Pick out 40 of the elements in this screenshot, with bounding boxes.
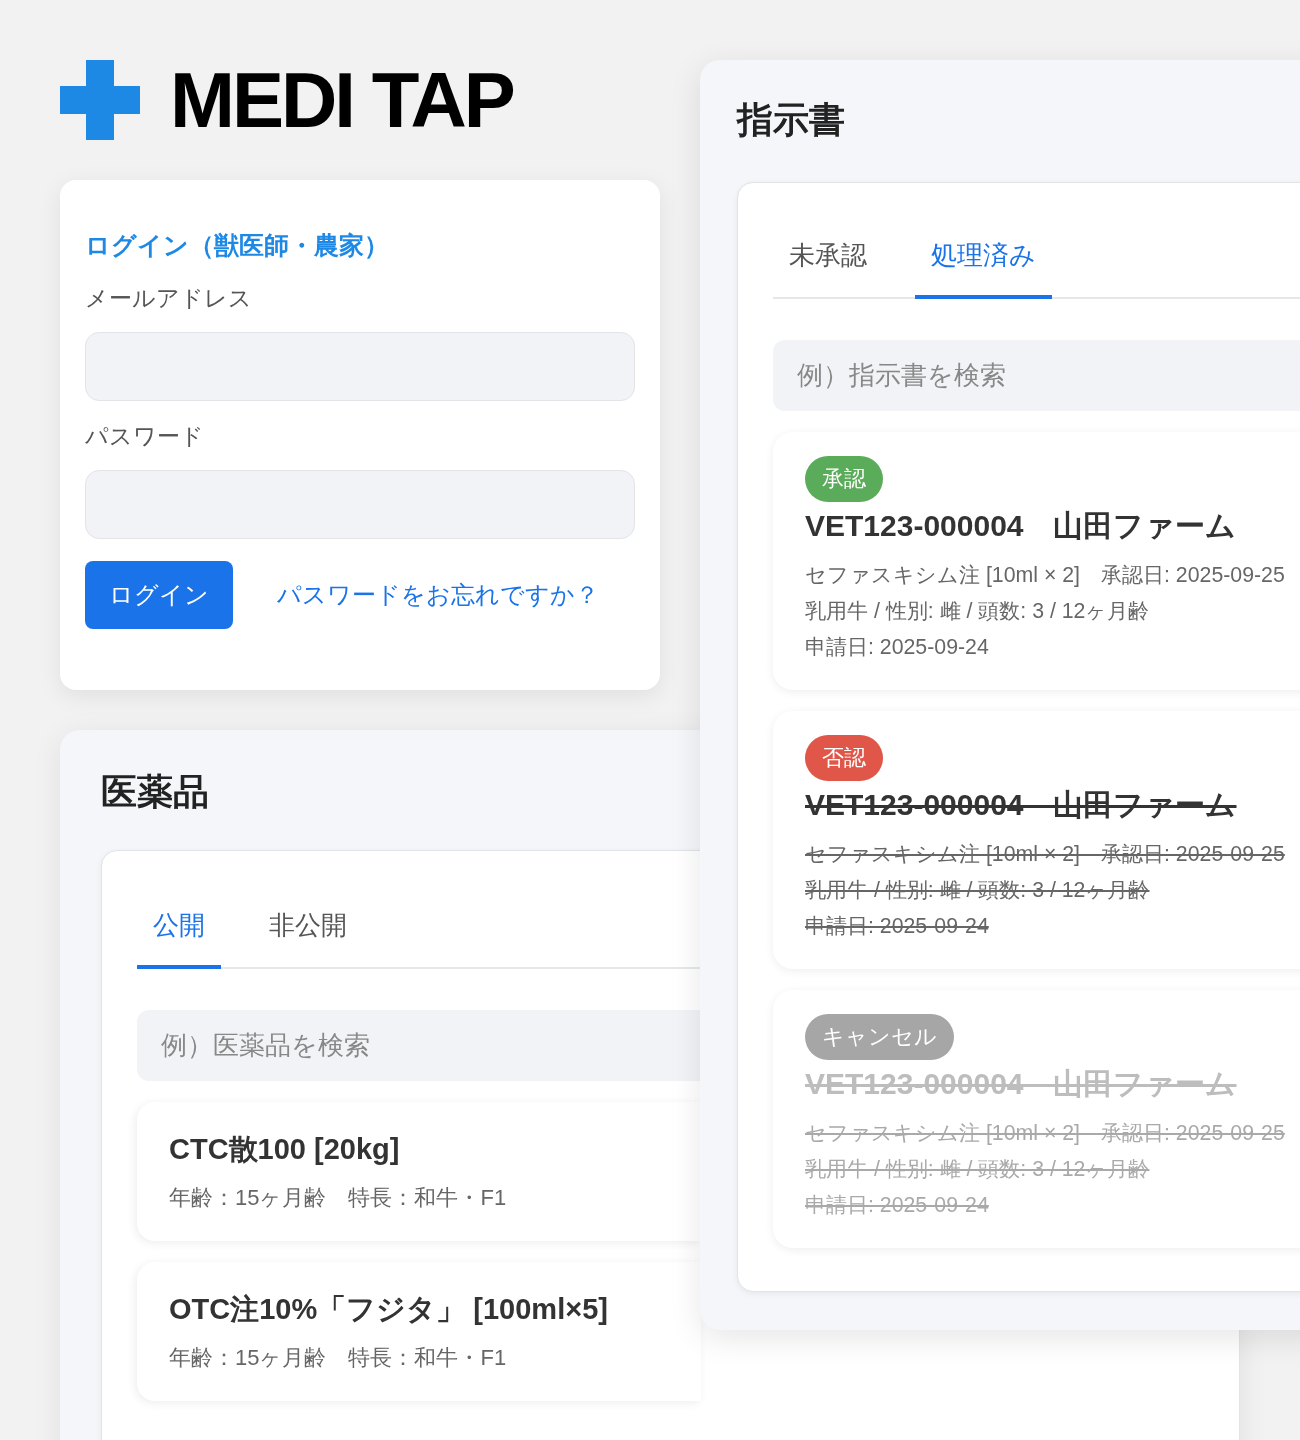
tab[interactable]: 未承認 <box>773 218 883 299</box>
forgot-password-link[interactable]: パスワードをお忘れですか？ <box>277 579 599 611</box>
status-badge: 承認 <box>805 456 883 502</box>
medicine-name: CTC散100 [20kg] <box>169 1132 400 1167</box>
instruction-detail: セファスキシム注 [10ml × 2] 承認日: 2025-09-25 <box>805 562 1285 589</box>
tab[interactable]: 非公開 <box>253 888 363 969</box>
instruction-detail: セファスキシム注 [10ml × 2] 承認日: 2025-09-25 <box>805 1120 1285 1147</box>
tab[interactable]: 公開 <box>137 888 221 969</box>
instruction-detail: 申請日: 2025-09-24 <box>805 913 989 940</box>
instruction-title: VET123-000004 山田ファーム <box>805 787 1237 823</box>
panel-title: 指示書 <box>737 98 845 142</box>
login-title: ログイン（獣医師・農家） <box>85 230 389 261</box>
instruction-card[interactable]: 否認 VET123-000004 山田ファーム セファスキシム注 [10ml × 2] 承認日: 2025-09-25 乳用牛 / 性別: 雌 / 頭数: 3 / 12ヶ月齢 申請日: 2025-09-24 <box>773 711 1300 969</box>
field-label: メールアドレス <box>85 284 252 313</box>
instruction-card[interactable]: 承認 VET123-000004 山田ファーム セファスキシム注 [10ml × 2] 承認日: 2025-09-25 乳用牛 / 性別: 雌 / 頭数: 3 / 12ヶ月齢 申請日: 2025-09-24 <box>773 432 1300 690</box>
panel-title: 医薬品 <box>101 770 209 814</box>
instruction-detail: セファスキシム注 [10ml × 2] 承認日: 2025-09-25 <box>805 841 1285 868</box>
search-field[interactable]: 例）指示書を検索 <box>773 340 1300 411</box>
instruction-detail: 乳用牛 / 性別: 雌 / 頭数: 3 / 12ヶ月齢 <box>805 877 1150 904</box>
input-field[interactable] <box>85 332 635 401</box>
instruction-detail: 乳用牛 / 性別: 雌 / 頭数: 3 / 12ヶ月齢 <box>805 598 1150 625</box>
medicine-card[interactable]: OTC注10%「フジタ」 [100ml×5] 年齢：15ヶ月齢 特長：和牛・F1 <box>137 1262 701 1401</box>
login-button[interactable]: ログイン <box>85 561 233 629</box>
instruction-title: VET123-000004 山田ファーム <box>805 1066 1237 1102</box>
status-badge: 否認 <box>805 735 883 781</box>
logo-text: MEDI TAP <box>170 60 513 140</box>
search-field[interactable]: 例）医薬品を検索 <box>137 1010 701 1081</box>
instruction-detail: 申請日: 2025-09-24 <box>805 634 989 661</box>
instruction-title: VET123-000004 山田ファーム <box>805 508 1237 544</box>
plus-icon <box>60 60 140 140</box>
medicine-details: 年齢：15ヶ月齢 特長：和牛・F1 <box>169 1184 507 1212</box>
tab[interactable]: 処理済み <box>915 218 1052 299</box>
instruction-detail: 乳用牛 / 性別: 雌 / 頭数: 3 / 12ヶ月齢 <box>805 1156 1150 1183</box>
medicine-name: OTC注10%「フジタ」 [100ml×5] <box>169 1292 608 1327</box>
status-badge: キャンセル <box>805 1014 954 1060</box>
input-field[interactable] <box>85 470 635 539</box>
instruction-detail: 申請日: 2025-09-24 <box>805 1192 989 1219</box>
field-label: パスワード <box>85 422 204 451</box>
medicine-details: 年齢：15ヶ月齢 特長：和牛・F1 <box>169 1344 507 1372</box>
medicine-card[interactable]: CTC散100 [20kg] 年齢：15ヶ月齢 特長：和牛・F1 <box>137 1102 701 1241</box>
